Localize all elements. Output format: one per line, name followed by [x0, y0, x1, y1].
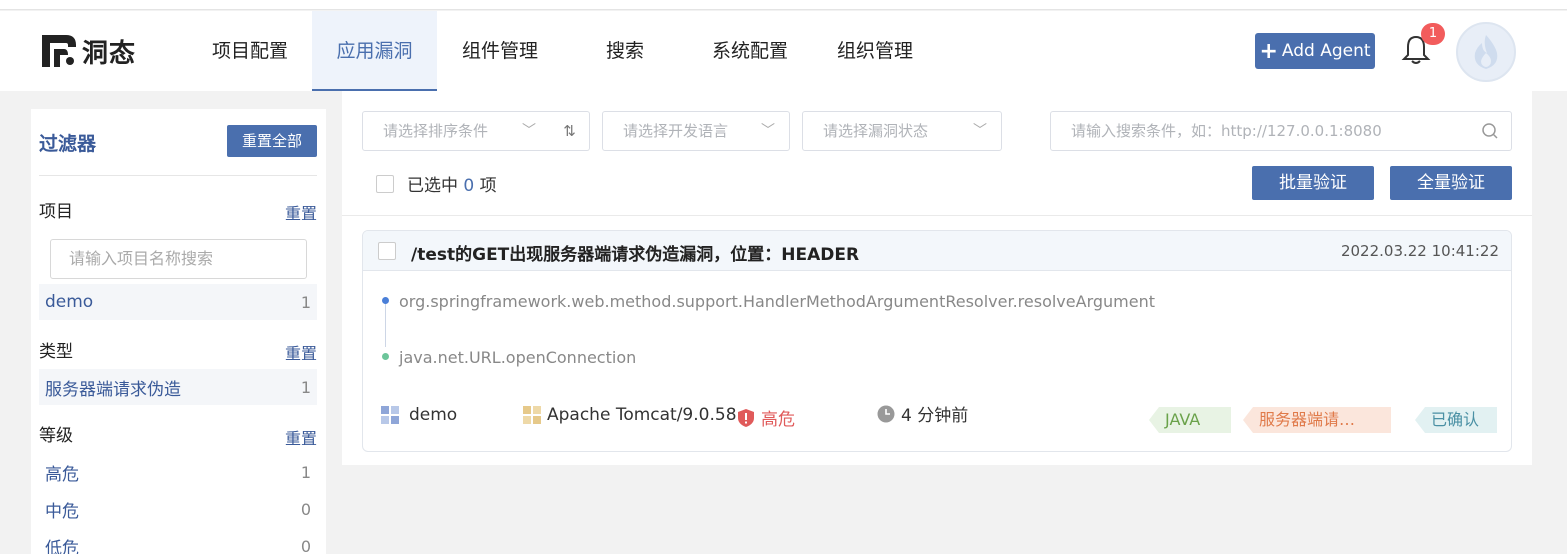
- brand-logo[interactable]: 洞态: [40, 33, 136, 69]
- type-item-count: 1: [300, 377, 311, 397]
- flame-icon: [1474, 35, 1498, 69]
- vulnerability-age: 4 分钟前: [877, 401, 968, 426]
- project-item-demo[interactable]: demo 1: [39, 284, 317, 320]
- vulnerability-card[interactable]: /test的GET出现服务器端请求伪造漏洞，位置：HEADER 2022.03.…: [362, 230, 1512, 452]
- window-top-strip: [0, 0, 1567, 10]
- level-item-count: 1: [300, 462, 311, 482]
- tag-language: JAVA: [1149, 407, 1231, 433]
- user-avatar[interactable]: [1456, 22, 1516, 82]
- vulnerability-list-panel: 请选择排序条件 ﹀ ⇅ 请选择开发语言 ﹀ 请选择漏洞状态 ﹀ 请输入搜索条件，…: [342, 91, 1532, 465]
- level-reset-link[interactable]: 重置: [285, 425, 317, 449]
- project-item-label: demo: [45, 292, 94, 312]
- stack-frame-source: org.springframework.web.method.support.H…: [399, 292, 1155, 311]
- add-agent-button[interactable]: + Add Agent: [1255, 33, 1375, 69]
- level-text: 高危: [761, 410, 795, 430]
- nav-item-organization[interactable]: 组织管理: [815, 11, 935, 91]
- level-item-high[interactable]: 高危 1: [39, 454, 317, 490]
- vulnerability-project: demo: [381, 405, 457, 425]
- project-search-input[interactable]: 请输入项目名称搜索: [50, 239, 307, 279]
- type-item-label: 服务器端请求伪造: [45, 379, 181, 400]
- vulnerability-level: 高危: [737, 405, 795, 430]
- type-section-title: 类型: [39, 342, 73, 362]
- stack-dot-green: [382, 353, 389, 360]
- level-item-medium[interactable]: 中危 0: [39, 491, 317, 527]
- project-grid-icon: [381, 406, 399, 424]
- full-verify-button[interactable]: 全量验证: [1390, 166, 1512, 200]
- level-item-count: 0: [300, 536, 311, 554]
- age-text: 4 分钟前: [901, 406, 969, 426]
- sort-order-toggle-icon[interactable]: ⇅: [550, 111, 590, 151]
- reset-all-button[interactable]: 重置全部: [227, 125, 317, 157]
- tag-vuln-type: 服务器端请…: [1243, 407, 1391, 433]
- chevron-down-icon: ﹀: [522, 123, 536, 139]
- server-name: Apache Tomcat/9.0.58: [547, 405, 737, 425]
- filter-sidebar: 过滤器 重置全部 项目 重置 请输入项目名称搜索 demo 1 类型 重置 服务…: [31, 109, 326, 554]
- vulnerability-card-header: /test的GET出现服务器端请求伪造漏洞，位置：HEADER 2022.03.…: [363, 231, 1511, 271]
- notification-badge: 1: [1421, 23, 1445, 45]
- plus-icon: +: [1259, 38, 1278, 64]
- stack-dot-blue: [382, 297, 389, 304]
- divider: [342, 215, 1532, 216]
- server-grid-icon: [523, 406, 541, 424]
- search-input-placeholder: 请输入搜索条件，如：http://127.0.0.1:8080: [1071, 122, 1382, 140]
- selected-suffix: 项: [479, 176, 497, 196]
- sort-select[interactable]: 请选择排序条件 ﹀: [362, 111, 551, 151]
- type-item-ssrf[interactable]: 服务器端请求伪造 1: [39, 369, 317, 405]
- select-all-checkbox[interactable]: [376, 175, 394, 193]
- tag-status: 已确认: [1415, 407, 1497, 433]
- level-item-label: 中危: [45, 501, 79, 522]
- clock-icon: [877, 405, 895, 422]
- top-navbar: 洞态 项目配置 应用漏洞 组件管理 搜索 系统配置 组织管理 + Add Age…: [0, 11, 1567, 91]
- level-section-title: 等级: [39, 426, 73, 446]
- nav-item-project-config[interactable]: 项目配置: [190, 11, 310, 91]
- language-select-placeholder: 请选择开发语言: [623, 122, 729, 140]
- search-icon[interactable]: [1481, 122, 1499, 140]
- vulnerability-checkbox[interactable]: [378, 242, 396, 260]
- nav-item-search[interactable]: 搜索: [575, 11, 675, 91]
- stack-connector-line: [385, 303, 386, 347]
- status-select-placeholder: 请选择漏洞状态: [823, 122, 929, 140]
- project-section-title: 项目: [39, 202, 73, 222]
- nav-item-system-config[interactable]: 系统配置: [690, 11, 810, 91]
- selected-count-text: 已选中 0 项: [407, 171, 497, 196]
- chevron-down-icon: ﹀: [761, 123, 775, 139]
- add-agent-label: Add Agent: [1281, 41, 1371, 61]
- shield-alert-icon: [738, 408, 754, 427]
- type-reset-link[interactable]: 重置: [285, 340, 317, 364]
- stack-frame-sink: java.net.URL.openConnection: [399, 348, 637, 367]
- project-item-count: 1: [300, 292, 311, 312]
- vulnerability-time: 2022.03.22 10:41:22: [1340, 242, 1499, 260]
- level-item-count: 0: [300, 499, 311, 519]
- batch-verify-button[interactable]: 批量验证: [1252, 166, 1374, 200]
- project-reset-link[interactable]: 重置: [285, 200, 317, 224]
- nav-item-app-vulnerabilities[interactable]: 应用漏洞: [312, 11, 437, 91]
- project-name: demo: [409, 405, 458, 425]
- selected-prefix: 已选中: [407, 176, 458, 196]
- vulnerability-server: Apache Tomcat/9.0.58: [523, 405, 737, 425]
- selected-count: 0: [463, 176, 475, 196]
- search-input[interactable]: 请输入搜索条件，如：http://127.0.0.1:8080: [1050, 111, 1512, 151]
- level-item-label: 低危: [45, 538, 79, 554]
- language-select[interactable]: 请选择开发语言 ﹀: [602, 111, 790, 151]
- chevron-down-icon: ﹀: [973, 123, 987, 139]
- sort-select-placeholder: 请选择排序条件: [383, 122, 489, 140]
- status-select[interactable]: 请选择漏洞状态 ﹀: [802, 111, 1002, 151]
- logo-icon: [42, 35, 76, 67]
- level-item-label: 高危: [45, 464, 79, 485]
- vulnerability-title[interactable]: /test的GET出现服务器端请求伪造漏洞，位置：HEADER: [411, 240, 859, 265]
- brand-name: 洞态: [82, 38, 137, 69]
- divider: [39, 175, 317, 176]
- level-item-low[interactable]: 低危 0: [39, 528, 317, 554]
- filter-title: 过滤器: [39, 133, 97, 155]
- nav-item-component-management[interactable]: 组件管理: [440, 11, 560, 91]
